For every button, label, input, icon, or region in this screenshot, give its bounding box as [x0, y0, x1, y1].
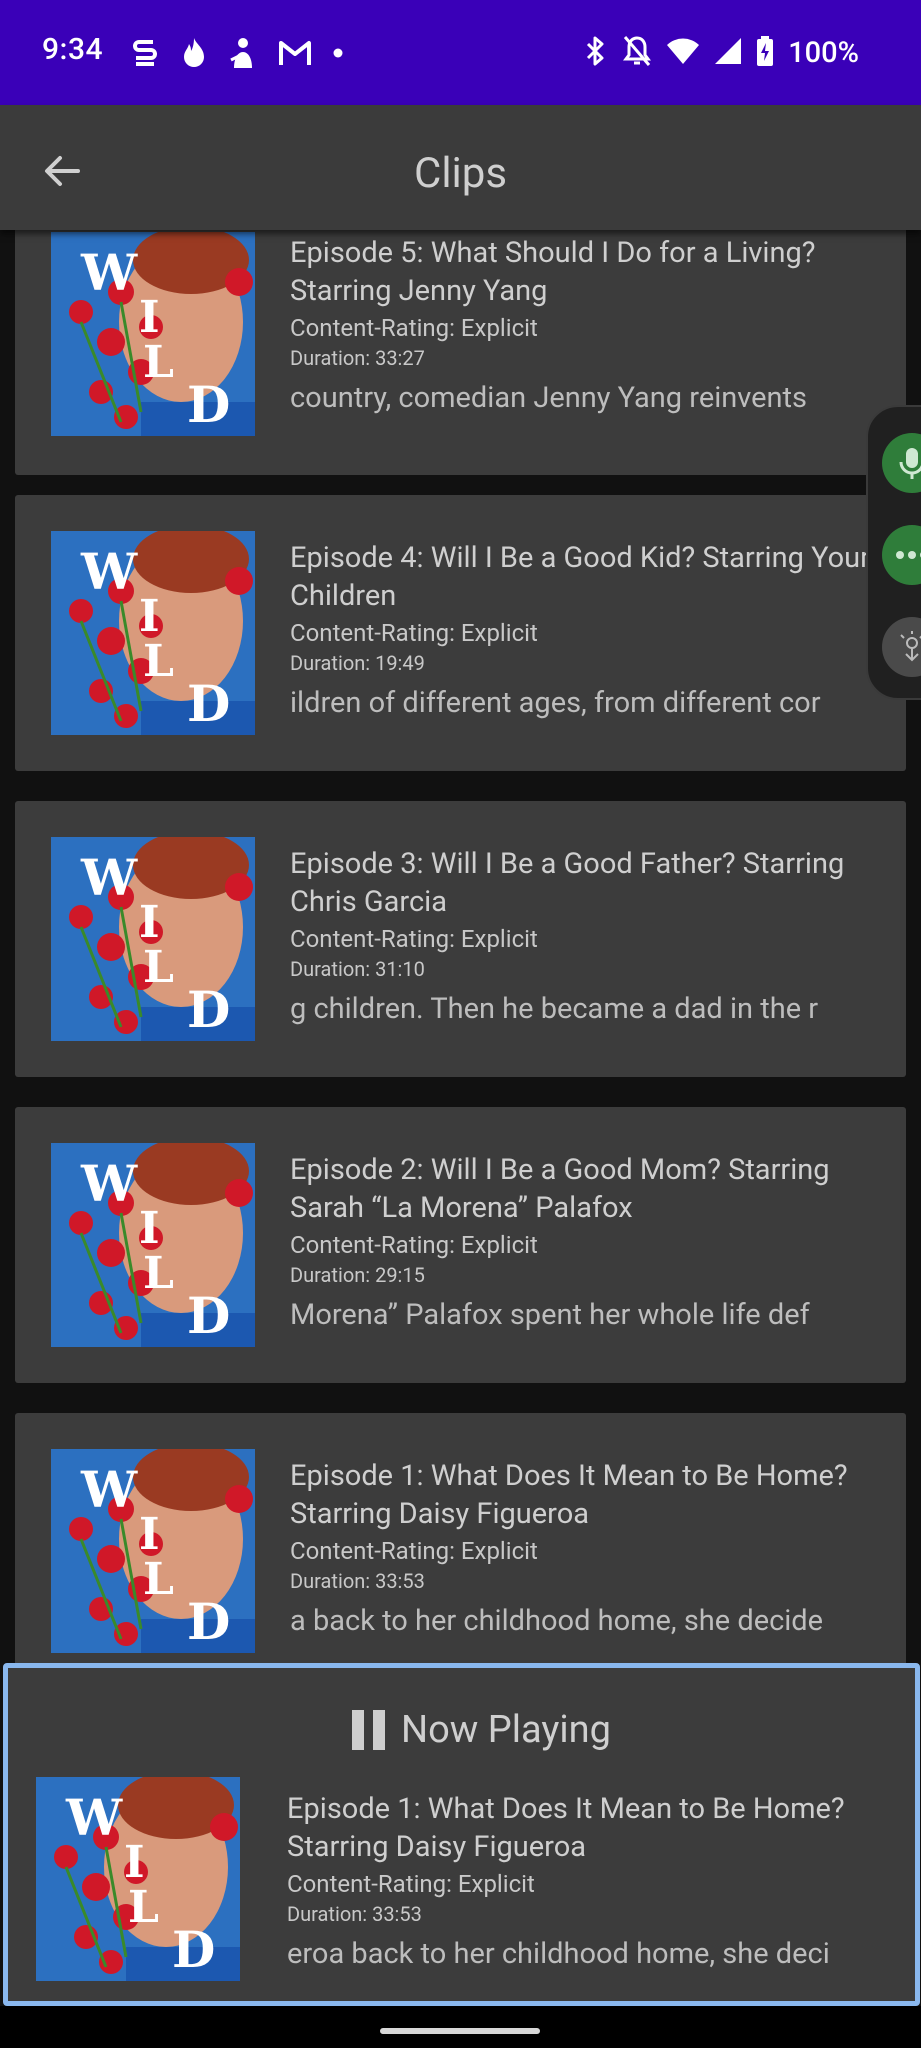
more-options-button[interactable] — [882, 525, 921, 585]
episode-cover-image: W I L D — [51, 1449, 255, 1653]
now-playing-panel[interactable]: Now Playing W I L D Episode 1: What Does… — [3, 1663, 920, 2006]
battery-charging-icon — [756, 35, 774, 71]
episode-title: Episode 1: What Does It Mean to Be Home?… — [290, 1459, 848, 1531]
cover-letter: D — [187, 375, 230, 434]
episode-info: Episode 4: Will I Be a Good Kid? Starrin… — [290, 539, 880, 723]
episode-duration: Duration: 31:10 — [290, 957, 425, 981]
now-playing-rating: Content-Rating: Explicit — [287, 1870, 535, 1898]
episode-card[interactable]: W I L D Episode 4: Will I Be a Good Kid?… — [15, 495, 906, 771]
episode-title: Episode 4: Will I Be a Good Kid? Starrin… — [290, 541, 870, 613]
signal-icon — [714, 37, 742, 69]
episode-card[interactable]: W I L D Episode 2: Will I Be a Good Mom?… — [15, 1107, 906, 1383]
page-title: Clips — [413, 149, 508, 198]
episode-rating: Content-Rating: Explicit — [290, 619, 538, 647]
cover-letter: I — [139, 897, 160, 948]
system-nav-bar — [0, 2006, 921, 2048]
cover-letter: I — [139, 1203, 160, 1254]
episode-duration: Duration: 33:53 — [290, 1569, 425, 1593]
now-playing-duration: Duration: 33:53 — [287, 1902, 422, 1926]
episode-rating: Content-Rating: Explicit — [290, 925, 538, 953]
episode-info: Episode 1: What Does It Mean to Be Home?… — [290, 1457, 880, 1641]
more-dot-icon — [332, 47, 344, 59]
cover-letter: D — [172, 1920, 215, 1979]
cover-letter: L — [128, 1882, 159, 1933]
episode-description: country, comedian Jenny Yang reinvents — [290, 381, 808, 415]
episode-duration: Duration: 33:27 — [290, 346, 425, 370]
touch-icon — [900, 631, 921, 662]
cover-letter: L — [143, 337, 174, 388]
gmail-icon — [278, 39, 312, 67]
cover-letter: W — [80, 1460, 138, 1519]
more-horizontal-icon — [896, 551, 921, 559]
home-gesture-handle[interactable] — [380, 2028, 540, 2034]
notification-icons — [130, 34, 344, 72]
cover-letter: W — [65, 1788, 123, 1847]
episode-rating: Content-Rating: Explicit — [290, 1537, 538, 1565]
status-time: 9:34 — [42, 32, 104, 67]
episode-info: Episode 3: Will I Be a Good Father? Star… — [290, 845, 880, 1029]
episode-description: a back to her childhood home, she decide — [290, 1604, 824, 1638]
bluetooth-icon — [584, 34, 608, 72]
cover-letter: L — [143, 1554, 174, 1605]
microphone-icon — [899, 448, 921, 479]
microphone-button[interactable] — [882, 433, 921, 493]
episode-rating: Content-Rating: Explicit — [290, 314, 538, 342]
cover-letter: W — [80, 243, 138, 302]
now-playing-label: Now Playing — [401, 1708, 611, 1752]
cover-letter: D — [187, 980, 230, 1039]
episode-title: Episode 2: Will I Be a Good Mom? Starrin… — [290, 1153, 830, 1225]
flame-icon — [180, 36, 208, 70]
cover-letter: D — [187, 1286, 230, 1345]
cover-letter: W — [80, 542, 138, 601]
episode-title: Episode 3: Will I Be a Good Father? Star… — [290, 847, 845, 919]
episode-description: Morena” Palafox spent her whole life def — [290, 1298, 810, 1332]
cover-letter: L — [143, 1248, 174, 1299]
episode-card[interactable]: W I L D Episode 1: What Does It Mean to … — [15, 1413, 906, 1670]
cover-letter: I — [139, 591, 160, 642]
episode-rating: Content-Rating: Explicit — [290, 1231, 538, 1259]
touch-button[interactable] — [882, 617, 921, 677]
episode-cover-image: W I L D — [51, 837, 255, 1041]
cover-letter: I — [124, 1837, 145, 1888]
s-app-icon — [130, 36, 160, 70]
episode-card[interactable]: W I L D Episode 3: Will I Be a Good Fath… — [15, 801, 906, 1077]
floating-assistant-bubble[interactable] — [866, 405, 921, 700]
now-playing-description: eroa back to her childhood home, she dec… — [287, 1937, 830, 1971]
cover-letter: I — [139, 292, 160, 343]
episode-card[interactable]: W I L D Episode 5: What Should I Do for … — [15, 230, 906, 475]
episode-title: Episode 5: What Should I Do for a Living… — [290, 236, 816, 308]
person-icon — [228, 36, 258, 70]
episode-info: Episode 2: Will I Be a Good Mom? Starrin… — [290, 1151, 880, 1335]
episode-cover-image: W I L D — [51, 531, 255, 735]
status-bar: 9:34 100% — [0, 0, 921, 105]
now-playing-title: Episode 1: What Does It Mean to Be Home?… — [287, 1792, 845, 1864]
cover-letter: L — [143, 942, 174, 993]
cover-letter: D — [187, 674, 230, 733]
episode-info: Episode 5: What Should I Do for a Living… — [290, 234, 880, 418]
now-playing-header: Now Playing — [8, 1708, 915, 1752]
episode-cover-image: W I L D — [51, 1143, 255, 1347]
now-playing-cover-image: W I L D — [36, 1777, 240, 1981]
battery-percent: 100% — [788, 36, 859, 70]
system-icons: 100% — [584, 34, 859, 72]
episode-description: ildren of different ages, from different… — [290, 686, 821, 720]
now-playing-info: Episode 1: What Does It Mean to Be Home?… — [287, 1790, 895, 1974]
cover-letter: W — [80, 1154, 138, 1213]
wifi-icon — [666, 37, 700, 69]
cover-letter: D — [187, 1592, 230, 1651]
cover-letter: L — [143, 636, 174, 687]
pause-icon[interactable] — [352, 1710, 386, 1750]
bell-off-icon — [622, 34, 652, 72]
cover-letter: I — [139, 1509, 160, 1560]
episode-list[interactable]: W I L D Episode 5: What Should I Do for … — [0, 230, 921, 1670]
app-bar: Clips — [0, 105, 921, 230]
episode-cover-image: W I L D — [51, 232, 255, 436]
episode-duration: Duration: 19:49 — [290, 651, 425, 675]
episode-description: g children. Then he became a dad in the … — [290, 992, 819, 1026]
cover-letter: W — [80, 848, 138, 907]
episode-duration: Duration: 29:15 — [290, 1263, 425, 1287]
